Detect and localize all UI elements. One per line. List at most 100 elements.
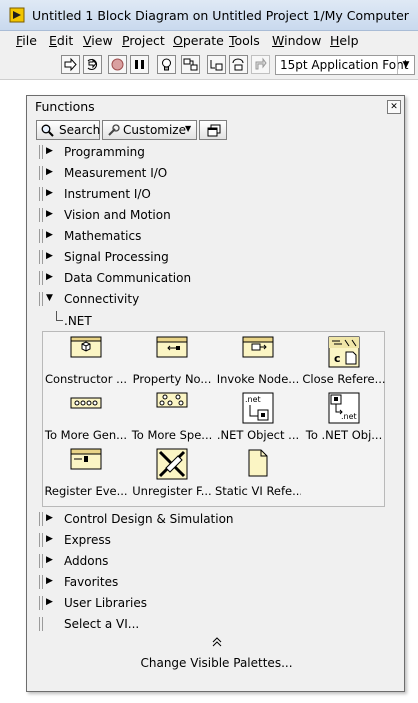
menu-project[interactable]: Project	[122, 33, 165, 48]
constructor-node-icon	[70, 336, 102, 358]
item-label: Unregister F...	[132, 484, 212, 498]
item-label: To .NET Obj...	[305, 428, 383, 442]
run-button[interactable]	[61, 55, 80, 74]
step-out-button[interactable]	[251, 55, 270, 74]
close-reference-icon: c	[328, 336, 360, 368]
category-favorites[interactable]: ▶ Favorites	[37, 572, 396, 593]
static-vi-reference-item[interactable]: Static VI Refe...	[215, 447, 301, 503]
close-icon[interactable]: ✕	[387, 100, 401, 114]
category-express[interactable]: ▶ Express	[37, 530, 396, 551]
highlight-execution-button[interactable]	[157, 55, 176, 74]
property-node-item[interactable]: Property No...	[129, 335, 215, 391]
expand-arrow-icon: ▶	[46, 188, 53, 198]
category-programming[interactable]: ▶ Programming	[37, 142, 396, 163]
invoke-node-item[interactable]: Invoke Node...	[215, 335, 301, 391]
unregister-events-icon	[156, 448, 188, 480]
pause-icon	[135, 60, 144, 69]
menu-edit[interactable]: Edit	[49, 33, 73, 48]
category-mathematics[interactable]: ▶ Mathematics	[37, 226, 396, 247]
to-net-object-icon: .net	[328, 392, 360, 424]
item-label: Static VI Refe...	[215, 484, 301, 498]
net-object-icon: .net	[242, 392, 274, 424]
expand-arrow-icon: ▶	[46, 597, 53, 607]
abort-button[interactable]	[108, 55, 127, 74]
window-titlebar: Untitled 1 Block Diagram on Untitled Pro…	[0, 0, 418, 31]
category-measurement-io[interactable]: ▶ Measurement I/O	[37, 163, 396, 184]
expand-arrow-icon: ▶	[46, 251, 53, 261]
search-button[interactable]: Search	[36, 120, 100, 140]
labview-app-icon	[9, 7, 25, 23]
net-object-to-variant-item[interactable]: .net .NET Object ...	[215, 391, 301, 447]
register-event-callback-item[interactable]: Register Eve...	[43, 447, 129, 503]
menu-bar: File Edit View Project Operate Tools Win…	[0, 31, 418, 51]
text-settings-dropdown[interactable]: 15pt Application Font ▼	[275, 55, 415, 75]
to-net-object-item[interactable]: .net To .NET Obj...	[301, 391, 387, 447]
search-icon	[41, 124, 54, 137]
pause-button[interactable]	[130, 55, 149, 74]
to-more-specific-class-item[interactable]: To More Spe...	[129, 391, 215, 447]
menu-view[interactable]: View	[83, 33, 113, 48]
close-reference-item[interactable]: c Close Refere...	[301, 335, 387, 391]
step-over-button[interactable]	[229, 55, 248, 74]
run-continuously-button[interactable]	[83, 55, 102, 74]
item-label: Register Eve...	[44, 484, 128, 498]
category-vision-and-motion[interactable]: ▶ Vision and Motion	[37, 205, 396, 226]
menu-tools[interactable]: Tools	[229, 33, 260, 48]
category-connectivity[interactable]: ▼ Connectivity	[37, 289, 396, 310]
window-title: Untitled 1 Block Diagram on Untitled Pro…	[32, 8, 409, 23]
step-into-icon	[210, 60, 223, 71]
menu-window[interactable]: Window	[272, 33, 321, 48]
expand-arrow-icon: ▶	[46, 167, 53, 177]
toolbar: 15pt Application Font ▼	[0, 51, 418, 80]
customize-button[interactable]: Customize ▼	[102, 120, 197, 140]
register-event-icon	[70, 448, 102, 470]
net-functions-grid: Constructor ... Property No... Invoke No…	[42, 331, 387, 507]
retain-wire-values-button[interactable]	[181, 55, 200, 74]
change-visible-palettes-link[interactable]: Change Visible Palettes...	[27, 656, 406, 670]
step-over-icon	[232, 58, 244, 71]
lightbulb-icon	[162, 58, 171, 71]
invoke-node-icon	[242, 336, 274, 358]
to-more-generic-class-item[interactable]: To More Gen...	[43, 391, 129, 447]
wrench-icon	[108, 124, 120, 136]
svg-text:.net: .net	[245, 395, 261, 404]
search-button-label: Search	[59, 123, 101, 137]
item-label: Close Refere...	[302, 372, 386, 386]
item-label: To More Spe...	[131, 428, 213, 442]
category-addons[interactable]: ▶ Addons	[37, 551, 396, 572]
select-a-vi-item[interactable]: Select a VI...	[37, 614, 396, 635]
palette-title: Functions	[35, 99, 95, 114]
expand-arrow-icon: ▶	[46, 272, 53, 282]
expand-arrow-icon: ▶	[46, 230, 53, 240]
expand-arrow-icon: ▶	[46, 513, 53, 523]
restore-window-icon	[207, 124, 221, 137]
item-label: To More Gen...	[44, 428, 128, 442]
menu-file[interactable]: File	[16, 33, 37, 48]
item-label: Constructor ...	[44, 372, 128, 386]
run-arrow-icon	[64, 57, 77, 72]
category-user-libraries[interactable]: ▶ User Libraries	[37, 593, 396, 614]
constructor-node-item[interactable]: Constructor ...	[43, 335, 129, 391]
chevron-down-icon: ▼	[185, 124, 192, 133]
chevron-down-icon: ▼	[397, 56, 414, 74]
expand-arrow-icon: ▶	[46, 209, 53, 219]
menu-operate[interactable]: Operate	[173, 33, 224, 48]
to-more-generic-icon	[70, 397, 102, 409]
category-instrument-io[interactable]: ▶ Instrument I/O	[37, 184, 396, 205]
retain-wire-icon	[183, 58, 198, 71]
category-control-design-simulation[interactable]: ▶ Control Design & Simulation	[37, 509, 396, 530]
collapse-chevron-up-icon[interactable]	[27, 636, 406, 650]
unregister-for-events-item[interactable]: Unregister F...	[129, 447, 215, 503]
restore-palette-size-button[interactable]	[199, 120, 227, 140]
menu-help[interactable]: Help	[330, 33, 359, 48]
to-more-specific-icon	[156, 392, 188, 408]
category-signal-processing[interactable]: ▶ Signal Processing	[37, 247, 396, 268]
property-node-icon	[156, 336, 188, 358]
tree-branch-icon	[56, 311, 63, 321]
category-data-communication[interactable]: ▶ Data Communication	[37, 268, 396, 289]
expand-arrow-icon: ▶	[46, 534, 53, 544]
step-into-button[interactable]	[207, 55, 226, 74]
item-label: Invoke Node...	[216, 372, 300, 386]
expand-arrow-icon: ▶	[46, 555, 53, 565]
expand-arrow-icon: ▶	[46, 146, 53, 156]
